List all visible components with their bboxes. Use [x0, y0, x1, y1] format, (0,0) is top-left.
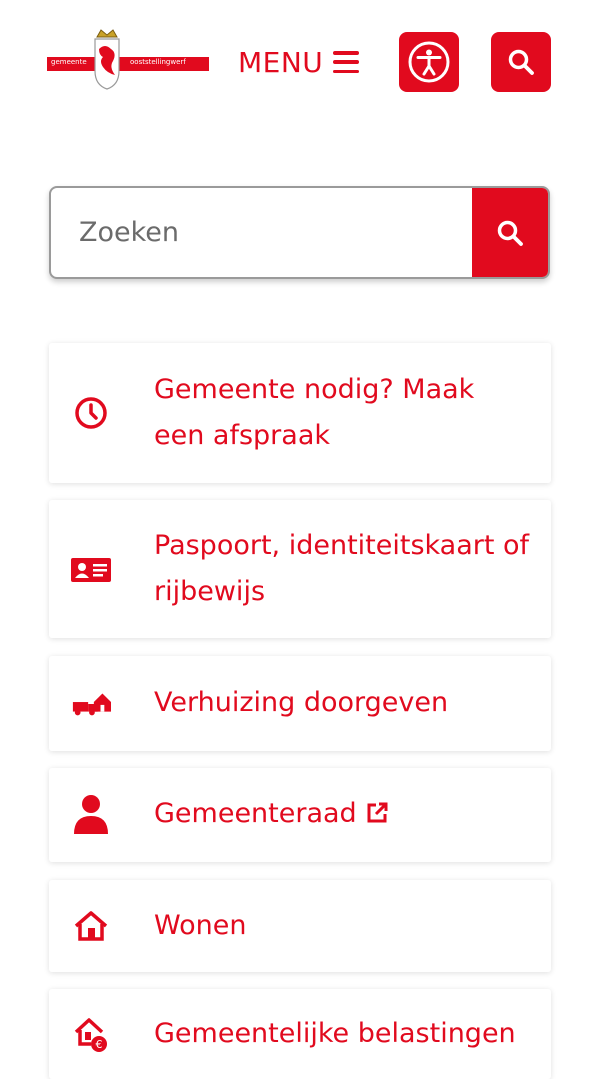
tile-council[interactable]: Gemeenteraad — [49, 768, 551, 862]
tile-label: Verhuizing doorgeven — [154, 687, 449, 718]
search-icon — [508, 49, 534, 75]
tile-label: Paspoort, identiteitskaart of rijbewijs — [154, 530, 530, 607]
search-submit-button[interactable] — [472, 188, 548, 277]
house-euro-icon: € — [71, 1015, 111, 1055]
hamburger-icon — [333, 51, 360, 73]
logo-bar: gemeente ooststellingwerf — [47, 57, 209, 71]
tile-label: Gemeente nodig? Maak een afspraak — [154, 374, 475, 451]
menu-button[interactable]: MENU — [238, 40, 360, 84]
search-form — [49, 186, 550, 279]
tile-passport-id[interactable]: Paspoort, identiteitskaart of rijbewijs — [49, 500, 551, 638]
tile-label-wrap: Gemeenteraad — [154, 791, 531, 837]
tile-appointment[interactable]: Gemeente nodig? Maak een afspraak — [49, 343, 551, 483]
tile-label: Gemeenteraad — [154, 798, 357, 829]
accessibility-button[interactable] — [399, 32, 459, 92]
search-input[interactable] — [51, 188, 475, 277]
tile-moving[interactable]: Verhuizing doorgeven — [49, 656, 551, 751]
id-card-icon — [71, 550, 111, 590]
external-link-icon — [367, 802, 388, 823]
search-icon — [497, 220, 523, 246]
clock-icon — [71, 393, 111, 433]
svg-text:€: € — [96, 1038, 103, 1051]
moving-truck-icon — [71, 683, 111, 723]
accessibility-icon — [408, 41, 450, 83]
logo-text-left: gemeente — [51, 58, 87, 66]
site-header: gemeente ooststellingwerf MENU — [0, 0, 600, 120]
tile-label: Wonen — [154, 910, 247, 941]
logo-text-right: ooststellingwerf — [130, 58, 186, 66]
tile-municipal-taxes[interactable]: € Gemeentelijke belastingen — [49, 989, 551, 1079]
house-icon — [71, 906, 111, 946]
menu-label: MENU — [238, 45, 324, 79]
crest-icon — [94, 29, 120, 90]
header-search-button[interactable] — [491, 32, 551, 92]
municipality-logo[interactable]: gemeente ooststellingwerf — [47, 27, 209, 93]
person-icon — [71, 794, 111, 834]
tile-label: Gemeentelijke belastingen — [154, 1018, 516, 1049]
tile-housing[interactable]: Wonen — [49, 880, 551, 972]
